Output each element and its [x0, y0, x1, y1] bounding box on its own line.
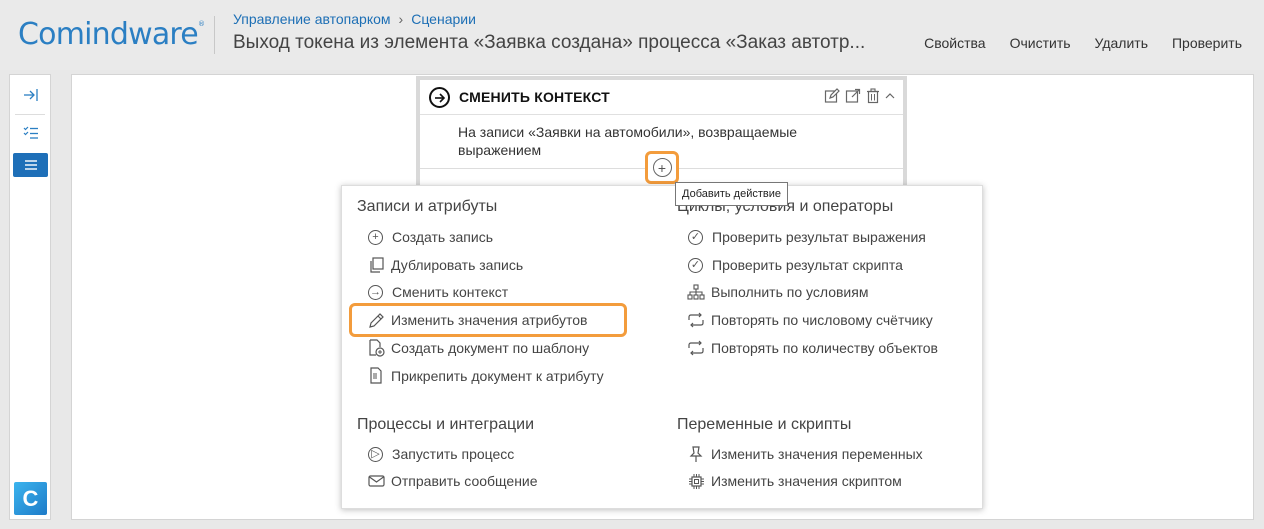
document-attach-icon: [367, 367, 385, 385]
menu-item-duplicate-record[interactable]: Дублировать запись: [367, 255, 523, 275]
menu-item-label: Дублировать запись: [391, 257, 524, 273]
chevron-right-icon: ›: [398, 11, 404, 27]
logo-trademark: ®: [197, 20, 205, 28]
menu-item-label: Отправить сообщение: [391, 473, 538, 489]
check-circle-icon: ✓: [688, 257, 703, 273]
add-action-tooltip: Добавить действие: [675, 182, 788, 206]
delete-icon[interactable]: [866, 88, 880, 108]
plus-circle-icon: +: [368, 229, 383, 245]
menu-item-check-script[interactable]: ✓ Проверить результат скрипта: [687, 255, 903, 275]
repeat-icon: [687, 339, 705, 357]
duplicate-icon: [367, 256, 385, 274]
validate-button[interactable]: Проверить: [1172, 35, 1242, 51]
menu-item-label: Изменить значения атрибутов: [391, 312, 588, 328]
menu-item-label: Изменить значения переменных: [711, 446, 923, 462]
menu-item-attach-document[interactable]: Прикрепить документ к атрибуту: [367, 366, 604, 386]
clear-button[interactable]: Очистить: [1010, 35, 1071, 51]
menu-item-send-message[interactable]: Отправить сообщение: [367, 471, 538, 491]
document-add-icon: [367, 339, 385, 357]
element-header: СМЕНИТЬ КОНТЕКСТ: [420, 80, 903, 115]
menu-item-label: Выполнить по условиям: [711, 284, 869, 300]
delete-button[interactable]: Удалить: [1095, 35, 1148, 51]
menu-item-change-by-script[interactable]: Изменить значения скриптом: [687, 471, 902, 491]
chip-icon: [687, 472, 705, 490]
properties-button[interactable]: Свойства: [924, 35, 985, 51]
collapse-icon[interactable]: [13, 83, 48, 107]
list-icon[interactable]: [13, 153, 48, 177]
comindware-logo[interactable]: Comindware®: [18, 17, 205, 52]
menu-item-change-variables[interactable]: Изменить значения переменных: [687, 444, 923, 464]
add-action-button[interactable]: +: [645, 151, 679, 184]
envelope-icon: [367, 472, 385, 490]
menu-item-label: Повторять по числовому счётчику: [711, 312, 933, 328]
pencil-icon: [367, 311, 385, 329]
add-action-menu: Записи и атрибуты + Создать запись Дублир…: [341, 185, 983, 509]
menu-item-label: Повторять по количеству объектов: [711, 340, 938, 356]
left-toolbar: C: [9, 74, 51, 520]
menu-item-create-record[interactable]: + Создать запись: [367, 227, 493, 247]
menu-item-label: Прикрепить документ к атрибуту: [391, 368, 604, 384]
menu-item-label: Запустить процесс: [392, 446, 515, 462]
logo-text: Comindware: [18, 17, 199, 52]
page-title: Выход токена из элемента «Заявка создана…: [233, 32, 866, 53]
menu-item-label: Изменить значения скриптом: [711, 473, 902, 489]
toolbar-divider: [15, 114, 45, 115]
open-external-icon[interactable]: [845, 88, 861, 108]
menu-item-label: Проверить результат выражения: [712, 229, 926, 245]
group-processes-integrations: Процессы и интеграции: [357, 416, 534, 433]
checklist-icon[interactable]: [13, 121, 48, 145]
header-actions: Свойства Очистить Удалить Проверить: [924, 35, 1242, 51]
pin-icon: [687, 445, 705, 463]
menu-item-label: Создать запись: [392, 229, 493, 245]
menu-item-execute-by-conditions[interactable]: Выполнить по условиям: [687, 282, 868, 302]
play-circle-icon: ▷: [368, 446, 383, 462]
group-variables-scripts: Переменные и скрипты: [677, 416, 852, 433]
menu-item-label: Сменить контекст: [392, 284, 509, 300]
menu-item-label: Проверить результат скрипта: [712, 257, 903, 273]
app-logo[interactable]: C: [14, 482, 47, 515]
hierarchy-icon: [687, 283, 705, 301]
repeat-icon: [687, 311, 705, 329]
edit-icon[interactable]: [824, 88, 840, 108]
breadcrumb-scenarios[interactable]: Сценарии: [411, 11, 476, 27]
menu-item-repeat-by-objects[interactable]: Повторять по количеству объектов: [687, 338, 938, 358]
menu-item-label: Создать документ по шаблону: [391, 340, 590, 356]
arrow-circle-icon: →: [368, 284, 383, 300]
check-circle-icon: ✓: [688, 229, 703, 245]
menu-item-repeat-by-counter[interactable]: Повторять по числовому счётчику: [687, 310, 933, 330]
menu-item-change-context[interactable]: → Сменить контекст: [367, 282, 508, 302]
plus-circle-icon: +: [652, 158, 672, 177]
menu-item-change-attribute-values[interactable]: Изменить значения атрибутов: [367, 310, 587, 330]
arrow-circle-icon: [429, 87, 450, 108]
header-divider: [214, 16, 215, 54]
element-tools: [824, 88, 895, 108]
group-records-attributes: Записи и атрибуты: [357, 198, 498, 215]
app-header: Comindware® Управление автопарком › Сцен…: [0, 0, 1264, 70]
menu-item-check-expression[interactable]: ✓ Проверить результат выражения: [687, 227, 926, 247]
menu-item-create-document-from-template[interactable]: Создать документ по шаблону: [367, 338, 589, 358]
breadcrumb-fleet-management[interactable]: Управление автопарком: [233, 11, 391, 27]
breadcrumb: Управление автопарком › Сценарии: [233, 11, 476, 27]
chevron-up-icon[interactable]: [885, 88, 895, 108]
element-title: СМЕНИТЬ КОНТЕКСТ: [459, 89, 610, 105]
menu-item-start-process[interactable]: ▷ Запустить процесс: [367, 444, 514, 464]
